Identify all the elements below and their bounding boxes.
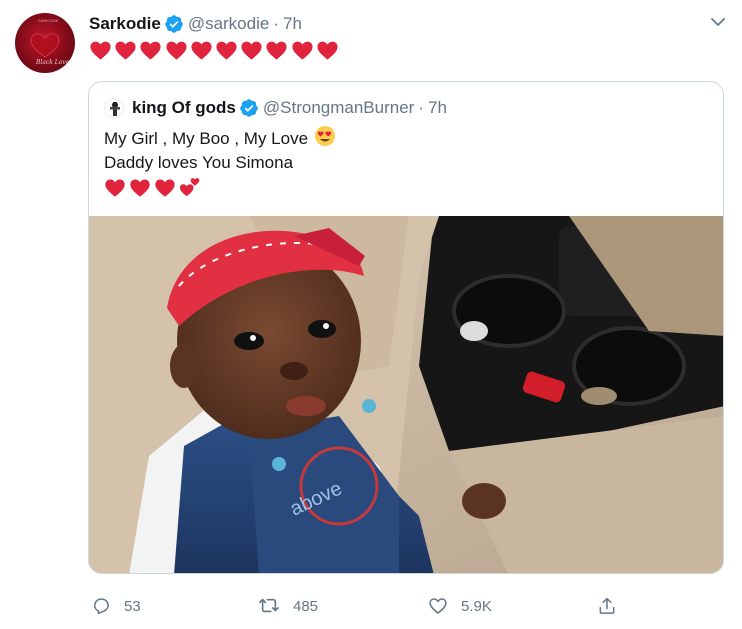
author-name[interactable]: Sarkodie [89,14,161,34]
author-handle[interactable]: @sarkodie [188,14,270,34]
quoted-tweet[interactable]: king Of gods @StrongmanBurner · 7h My Gi… [88,81,724,574]
two-hearts-icon [179,177,201,199]
red-heart-icon [165,39,188,62]
red-heart-icon [129,177,151,199]
quoted-handle[interactable]: @StrongmanBurner [263,98,414,118]
reply-count: 53 [124,597,141,615]
quoted-name[interactable]: king Of gods [132,98,236,118]
red-heart-icon [190,39,213,62]
red-heart-icon [316,39,339,62]
time-separator: · [273,14,279,33]
retweet-icon [259,598,279,613]
share-button[interactable] [597,596,630,616]
reply-icon [94,598,109,615]
red-heart-icon [215,39,238,62]
quoted-text: My Girl , My Boo , My Love Daddy loves Y… [104,125,336,175]
tweet-text-hearts [89,39,339,62]
reply-button[interactable]: 53 [91,596,141,616]
quoted-media-photo[interactable]: above [89,216,723,573]
retweet-button[interactable]: 485 [258,596,318,616]
chevron-down-icon[interactable] [708,12,728,32]
tweet-time[interactable]: 7h [283,14,302,34]
like-heart-icon [429,598,447,614]
quoted-text-hearts [104,177,201,199]
time-separator: · [418,98,425,117]
quoted-header: king Of gods @StrongmanBurner · 7h [104,98,447,118]
author-avatar[interactable]: Black Love SARKODIE [15,13,75,73]
like-button[interactable]: 5.9K [428,596,492,616]
verified-badge-icon [164,14,184,34]
red-heart-icon [265,39,288,62]
red-heart-icon [104,177,126,199]
svg-text:SARKODIE: SARKODIE [38,18,59,23]
share-icon [599,597,615,614]
red-heart-icon [89,39,112,62]
red-heart-icon [154,177,176,199]
verified-badge-icon [239,98,259,118]
svg-text:Black Love: Black Love [35,59,70,66]
quoted-text-line-2: Daddy loves You Simona [104,153,294,172]
red-heart-icon [114,39,137,62]
tweet-actions: 53 485 5.9K [91,596,631,616]
like-count: 5.9K [461,597,492,615]
retweet-count: 485 [293,597,319,615]
red-heart-icon [291,39,314,62]
quoted-time: 7h [428,98,447,117]
tweet[interactable]: Black Love SARKODIE Sarkodie @sarkodie ·… [0,0,742,629]
quoted-avatar [104,98,124,118]
red-heart-icon [139,39,162,62]
quoted-text-line-1: My Girl , My Boo , My Love [104,129,309,148]
red-heart-icon [240,39,263,62]
heart-eyes-emoji-icon [314,125,336,153]
tweet-header: Sarkodie @sarkodie · 7h [89,14,302,34]
